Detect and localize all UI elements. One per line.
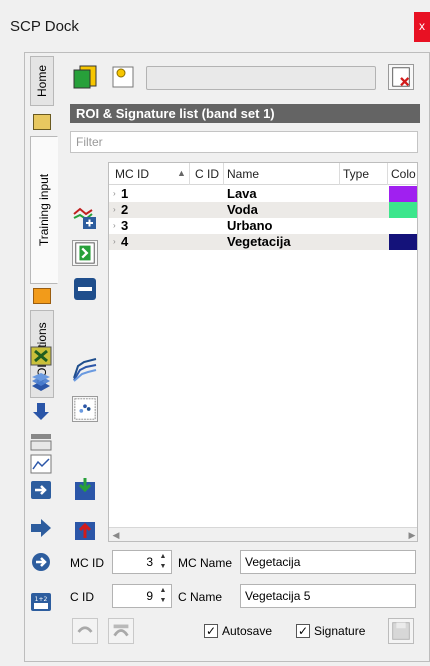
row-mc-id: 4: [121, 234, 129, 249]
scatter-plot-icon[interactable]: [72, 396, 98, 422]
export-signatures-icon[interactable]: [72, 476, 98, 502]
expand-caret-icon[interactable]: ›: [113, 186, 116, 202]
delete-roi-icon[interactable]: [72, 276, 98, 302]
title-bar: SCP Dock x: [0, 0, 430, 44]
expand-caret-icon[interactable]: ›: [113, 218, 116, 234]
export-arrow-icon[interactable]: [30, 480, 52, 500]
row-name: Lava: [227, 186, 257, 201]
spin-arrows-icon[interactable]: ▲ ▼: [156, 586, 170, 606]
row-mc-id: 1: [121, 186, 129, 201]
tab-home-label: Home: [35, 64, 49, 98]
undo-icon[interactable]: [72, 618, 98, 644]
col-name[interactable]: Name: [227, 167, 259, 181]
row-name: Voda: [227, 202, 258, 217]
band-layers-icon[interactable]: [30, 372, 52, 392]
roi-signature-list-header: ROI & Signature list (band set 1): [70, 104, 420, 123]
band-math-icon[interactable]: 1+2: [30, 592, 52, 612]
table-header: MC ID ▲ C ID Name Type Colo: [109, 163, 417, 185]
note-icon: [33, 114, 51, 130]
download-icon[interactable]: [30, 402, 52, 422]
postprocess-icon[interactable]: [30, 552, 52, 572]
c-name-field[interactable]: Vegetacija 5: [240, 584, 416, 608]
row-name: Urbano: [227, 218, 273, 233]
table-row[interactable]: › 2 Voda: [109, 202, 417, 218]
c-id-label: C ID: [70, 590, 94, 604]
tab-training-input[interactable]: Training input: [30, 136, 58, 284]
autosave-checkbox[interactable]: ✓: [204, 624, 218, 638]
table-row[interactable]: › 1 Lava: [109, 186, 417, 202]
mc-name-field[interactable]: Vegetacija: [240, 550, 416, 574]
scp-plugin-icon[interactable]: [30, 346, 52, 366]
row-color-swatch[interactable]: [389, 202, 417, 218]
col-type[interactable]: Type: [343, 167, 369, 181]
col-mc-id[interactable]: MC ID: [115, 167, 149, 181]
expand-caret-icon[interactable]: ›: [113, 202, 116, 218]
expand-caret-icon[interactable]: ›: [113, 234, 116, 250]
save-roi-icon[interactable]: [388, 618, 414, 644]
import-signatures-arrow-icon[interactable]: [72, 516, 98, 542]
row-color-swatch[interactable]: [389, 218, 417, 234]
tab-training-input-label: Training input: [37, 173, 51, 247]
mc-name-label: MC Name: [178, 556, 233, 570]
c-id-value: 9: [146, 589, 153, 603]
mc-id-label: MC ID: [70, 556, 104, 570]
spectral-signature-plot-icon[interactable]: [72, 356, 98, 382]
orange-square-icon: [33, 288, 51, 304]
forward-arrow-icon[interactable]: [30, 518, 52, 538]
window-title: SCP Dock: [10, 18, 79, 35]
import-signatures-icon[interactable]: [72, 64, 98, 90]
col-color[interactable]: Colo: [391, 167, 416, 181]
mc-id-spinbox[interactable]: 3 ▲ ▼: [112, 550, 172, 574]
filter-input[interactable]: Filter: [70, 131, 418, 153]
col-c-id[interactable]: C ID: [195, 167, 219, 181]
signature-label: Signature: [314, 624, 366, 638]
add-roi-icon[interactable]: [72, 204, 98, 230]
training-file-combo[interactable]: [146, 66, 376, 90]
sort-asc-icon: ▲: [177, 168, 186, 178]
scroll-left-icon[interactable]: ◀: [109, 528, 123, 541]
svg-text:1+2: 1+2: [35, 596, 48, 603]
close-button[interactable]: x: [414, 12, 430, 42]
c-id-spinbox[interactable]: 9 ▲ ▼: [112, 584, 172, 608]
band-calc-icon[interactable]: [30, 432, 52, 452]
row-color-swatch[interactable]: [389, 186, 417, 202]
scroll-right-icon[interactable]: ▶: [405, 528, 417, 541]
new-file-icon[interactable]: [110, 64, 136, 90]
signature-checkbox[interactable]: ✓: [296, 624, 310, 638]
remove-file-icon[interactable]: [388, 64, 414, 90]
spectral-plot-icon[interactable]: [30, 454, 52, 474]
table-row[interactable]: › 3 Urbano: [109, 218, 417, 234]
table-row[interactable]: › 4 Vegetacija: [109, 234, 417, 250]
row-mc-id: 2: [121, 202, 129, 217]
mc-id-value: 3: [146, 555, 153, 569]
row-name: Vegetacija: [227, 234, 291, 249]
row-mc-id: 3: [121, 218, 129, 233]
c-name-label: C Name: [178, 590, 223, 604]
tab-home[interactable]: Home: [30, 56, 54, 106]
spin-arrows-icon[interactable]: ▲ ▼: [156, 552, 170, 572]
row-color-swatch[interactable]: [389, 234, 417, 250]
horizontal-scrollbar[interactable]: ◀ ▶: [109, 527, 417, 541]
autosave-label: Autosave: [222, 624, 273, 638]
roi-signature-table[interactable]: MC ID ▲ C ID Name Type Colo › 1 Lava › 2…: [108, 162, 418, 542]
redo-icon[interactable]: [108, 618, 134, 644]
merge-signatures-icon[interactable]: [72, 240, 98, 266]
